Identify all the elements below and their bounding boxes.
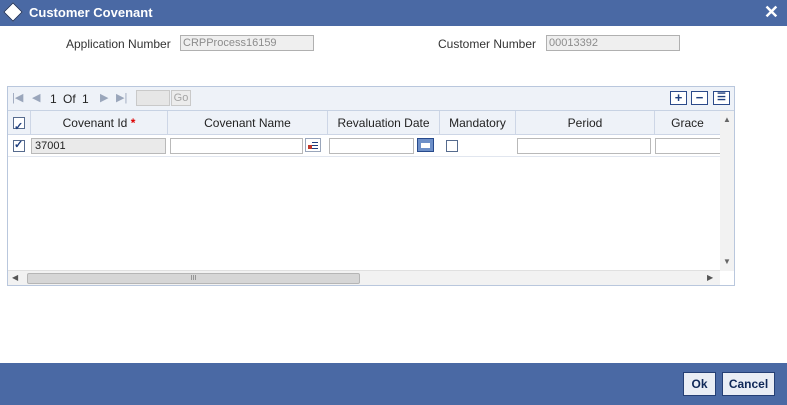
cancel-button[interactable]: Cancel [722,372,775,396]
column-header-mandatory[interactable]: Mandatory [440,111,516,135]
table-row: 37001 [8,135,720,157]
next-page-icon[interactable]: ▶ [100,91,108,104]
last-page-icon[interactable]: ▶| [116,91,127,104]
select-all-cell [8,111,31,139]
column-header-covenant-id[interactable]: Covenant Id * [31,111,168,135]
covenant-name-lookup-icon[interactable] [305,138,321,152]
required-marker: * [130,116,136,130]
title-bar: Customer Covenant ✕ [0,0,787,26]
go-button[interactable]: Go [171,90,191,106]
grace-field[interactable] [655,138,720,154]
ok-button[interactable]: Ok [683,372,716,396]
application-number-field[interactable] [180,35,314,51]
horizontal-scrollbar[interactable]: ◀ III ▶ [8,270,720,285]
single-view-icon[interactable]: ☰ [713,91,730,105]
grid-pager: |◀ ◀ 1 Of 1 ▶ ▶| Go + − ☰ [8,87,734,111]
close-icon[interactable]: ✕ [764,2,779,22]
calendar-icon[interactable] [417,138,434,152]
scroll-left-icon[interactable]: ◀ [12,273,18,282]
application-number-label: Application Number [66,37,171,51]
scrollbar-thumb[interactable]: III [27,273,360,284]
period-field[interactable] [517,138,651,154]
mandatory-checkbox[interactable] [446,140,458,152]
vertical-scrollbar[interactable]: ▲ ▼ [720,111,734,271]
scroll-up-icon[interactable]: ▲ [723,115,731,124]
of-label: Of [63,92,76,106]
total-pages: 1 [82,92,89,106]
covenant-name-field[interactable] [170,138,303,154]
revaluation-date-field[interactable] [329,138,414,154]
scroll-down-icon[interactable]: ▼ [723,257,731,266]
grid-header: Covenant Id * Covenant Name Revaluation … [8,111,720,139]
prev-page-icon[interactable]: ◀ [32,91,40,104]
scroll-right-icon[interactable]: ▶ [707,273,713,282]
column-header-revaluation-date[interactable]: Revaluation Date [328,111,440,135]
covenant-id-header-label: Covenant Id [62,116,128,130]
select-all-checkbox[interactable] [13,115,25,139]
covenant-id-field[interactable]: 37001 [31,138,166,154]
column-header-grace[interactable]: Grace [655,111,720,135]
column-header-period[interactable]: Period [516,111,655,135]
column-header-covenant-name[interactable]: Covenant Name [168,111,328,135]
customer-number-field[interactable] [546,35,680,51]
add-row-icon[interactable]: + [670,91,687,105]
customer-number-label: Customer Number [438,37,537,51]
window-icon [3,2,23,22]
covenant-grid: |◀ ◀ 1 Of 1 ▶ ▶| Go + − ☰ Covenant Id * … [7,86,735,286]
dialog-footer: Ok Cancel [0,363,787,405]
first-page-icon[interactable]: |◀ [12,91,23,104]
current-page: 1 [50,92,57,106]
delete-row-icon[interactable]: − [691,91,708,105]
window-title: Customer Covenant [29,5,153,20]
row-select-checkbox[interactable] [13,138,25,152]
page-number-input[interactable] [136,90,170,106]
